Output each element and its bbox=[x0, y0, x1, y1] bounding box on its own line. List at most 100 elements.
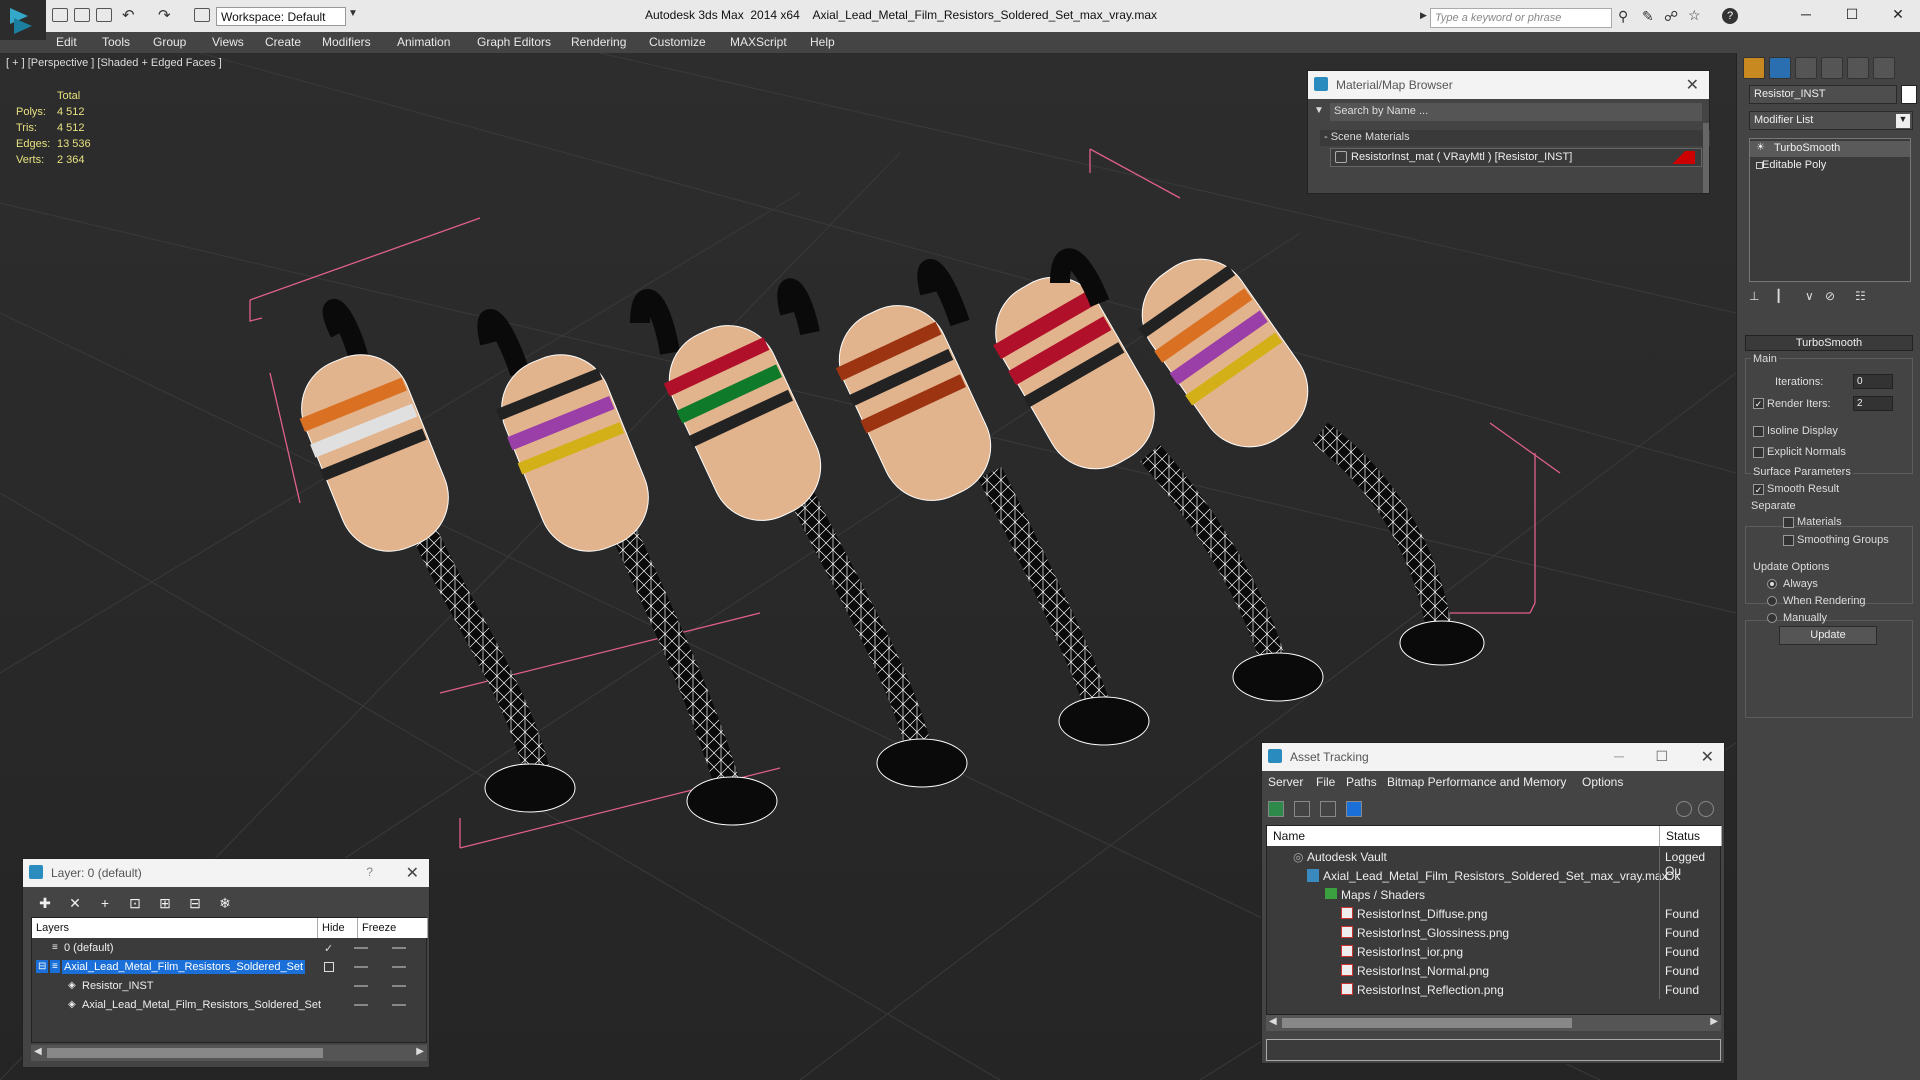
update-button[interactable]: Update bbox=[1779, 626, 1877, 645]
create-layer-icon[interactable]: ✚ bbox=[37, 895, 53, 911]
scrollbar[interactable] bbox=[1703, 123, 1709, 193]
menu-views[interactable]: Views bbox=[212, 35, 244, 49]
scrollbar-thumb[interactable] bbox=[1282, 1018, 1572, 1028]
highlight-layer-icon[interactable]: ⊞ bbox=[157, 895, 173, 911]
menu-create[interactable]: Create bbox=[265, 35, 301, 49]
close-icon[interactable]: ✕ bbox=[1686, 75, 1699, 95]
menu-options[interactable]: Options bbox=[1582, 775, 1623, 789]
table-row[interactable]: ResistorInst_Diffuse.png Found bbox=[1267, 904, 1722, 923]
pin-stack-icon[interactable]: ⊥ bbox=[1749, 289, 1759, 303]
minimize-icon[interactable]: ─ bbox=[1614, 748, 1624, 764]
layer-row[interactable]: ◈ Resistor_INST bbox=[32, 977, 428, 996]
expand-arrow-icon[interactable]: ▶ bbox=[1420, 10, 1427, 21]
hierarchy-tab-icon[interactable] bbox=[1795, 57, 1817, 79]
isoline-display-checkbox[interactable] bbox=[1753, 426, 1764, 437]
menu-graph-editors[interactable]: Graph Editors bbox=[477, 35, 551, 49]
scroll-left-icon[interactable]: ◀ bbox=[1269, 1016, 1277, 1027]
materials-checkbox[interactable] bbox=[1783, 517, 1794, 528]
scroll-left-icon[interactable]: ◀ bbox=[34, 1046, 42, 1057]
scrollbar-thumb[interactable] bbox=[47, 1048, 323, 1058]
scene-materials-section[interactable]: - Scene Materials bbox=[1320, 130, 1710, 146]
configure-modifier-sets-icon[interactable]: ☷ bbox=[1855, 289, 1866, 303]
when-rendering-radio[interactable] bbox=[1767, 596, 1777, 606]
hide-all-icon[interactable]: ⊟ bbox=[187, 895, 203, 911]
object-name-field[interactable]: Resistor_INST bbox=[1749, 85, 1897, 104]
smoothing-groups-checkbox[interactable] bbox=[1783, 535, 1794, 546]
menu-edit[interactable]: Edit bbox=[56, 35, 77, 49]
table-row[interactable]: ◎ Autodesk Vault Logged Ou bbox=[1267, 847, 1722, 878]
layer-row[interactable]: ◈ Axial_Lead_Metal_Film_Resistors_Solder… bbox=[32, 996, 428, 1015]
menu-animation[interactable]: Animation bbox=[397, 35, 450, 49]
manually-radio[interactable] bbox=[1767, 613, 1777, 623]
layer-panel-titlebar[interactable]: Layer: 0 (default) ? ✕ bbox=[23, 859, 429, 887]
close-icon[interactable]: ✕ bbox=[406, 863, 419, 883]
always-radio[interactable] bbox=[1767, 579, 1777, 589]
minimize-icon[interactable]: ─ bbox=[1796, 6, 1816, 22]
new-file-icon[interactable] bbox=[52, 8, 68, 22]
lightbulb-icon[interactable]: ☀ bbox=[1756, 142, 1765, 153]
column-header-freeze[interactable]: Freeze bbox=[358, 918, 428, 938]
layer-row[interactable]: ≡ 0 (default) ✓ bbox=[32, 939, 428, 958]
maximize-icon[interactable]: ☐ bbox=[1842, 6, 1862, 23]
make-unique-icon[interactable]: ∨ bbox=[1805, 289, 1814, 303]
column-header-hide[interactable]: Hide bbox=[318, 918, 358, 938]
expand-icon[interactable] bbox=[1756, 162, 1763, 169]
favorites-star-icon[interactable]: ☆ bbox=[1688, 7, 1701, 24]
menu-group[interactable]: Group bbox=[153, 35, 186, 49]
workspace-dropdown[interactable]: Workspace: Default bbox=[216, 7, 346, 26]
help-icon[interactable]: ? bbox=[1722, 8, 1738, 24]
column-header-layers[interactable]: Layers bbox=[32, 918, 318, 938]
modify-tab-icon[interactable] bbox=[1769, 57, 1791, 79]
refresh-icon[interactable] bbox=[1268, 801, 1284, 817]
column-header-name[interactable]: Name bbox=[1267, 826, 1660, 846]
select-objects-icon[interactable]: ⊡ bbox=[127, 895, 143, 911]
table-row[interactable]: ResistorInst_Glossiness.png Found bbox=[1267, 923, 1722, 942]
menu-help[interactable]: Help bbox=[810, 35, 835, 49]
material-browser-titlebar[interactable]: Material/Map Browser ✕ bbox=[1308, 71, 1709, 99]
material-item[interactable]: ResistorInst_mat ( VRayMtl ) [Resistor_I… bbox=[1330, 148, 1702, 167]
turbosmooth-rollout-header[interactable]: TurboSmooth bbox=[1745, 335, 1913, 351]
menu-file[interactable]: File bbox=[1316, 775, 1335, 789]
horizontal-scrollbar[interactable]: ◀ ▶ bbox=[31, 1045, 427, 1061]
chevron-down-icon[interactable]: ▼ bbox=[348, 8, 358, 19]
render-iters-checkbox[interactable]: ✓ bbox=[1753, 398, 1764, 409]
save-icon[interactable] bbox=[96, 8, 112, 22]
explicit-normals-checkbox[interactable] bbox=[1753, 447, 1764, 458]
list-view-icon[interactable] bbox=[1294, 801, 1310, 817]
smooth-result-checkbox[interactable]: ✓ bbox=[1753, 484, 1764, 495]
set-current-icon[interactable] bbox=[324, 962, 334, 972]
active-layer-check-icon[interactable]: ✓ bbox=[322, 941, 335, 956]
freeze-all-icon[interactable]: ❄ bbox=[217, 895, 233, 911]
open-file-icon[interactable] bbox=[74, 8, 90, 22]
remove-modifier-icon[interactable]: ⊘ bbox=[1825, 289, 1835, 303]
filter-dropdown-icon[interactable]: ▼ bbox=[1314, 105, 1324, 116]
table-row[interactable]: ResistorInst_Reflection.png Found bbox=[1267, 980, 1722, 999]
stack-item-editable-poly[interactable]: Editable Poly bbox=[1750, 158, 1910, 174]
menu-customize[interactable]: Customize bbox=[649, 35, 706, 49]
chevron-down-icon[interactable]: ▼ bbox=[1896, 114, 1910, 128]
modifier-list-dropdown[interactable]: Modifier List ▼ bbox=[1749, 111, 1913, 130]
asset-tracking-titlebar[interactable]: Asset Tracking ─ ☐ ✕ bbox=[1262, 743, 1724, 771]
undo-icon[interactable]: ↶ bbox=[122, 6, 135, 24]
menu-server[interactable]: Server bbox=[1268, 775, 1303, 789]
scroll-right-icon[interactable]: ▶ bbox=[416, 1046, 424, 1057]
binoculars-icon[interactable]: ⚲ bbox=[1618, 8, 1628, 25]
motion-tab-icon[interactable] bbox=[1821, 57, 1843, 79]
search-input[interactable]: Type a keyword or phrase bbox=[1430, 8, 1612, 28]
object-color-swatch[interactable] bbox=[1901, 85, 1917, 104]
render-iters-spinner[interactable]: 2 bbox=[1853, 396, 1893, 411]
project-folder-icon[interactable] bbox=[194, 8, 210, 22]
show-end-result-icon[interactable]: ┃ bbox=[1775, 289, 1782, 303]
scroll-right-icon[interactable]: ▶ bbox=[1710, 1016, 1718, 1027]
stack-item-turbosmooth[interactable]: ☀ TurboSmooth bbox=[1750, 141, 1910, 157]
close-icon[interactable]: ✕ bbox=[1701, 747, 1714, 767]
delete-layer-icon[interactable]: ✕ bbox=[67, 895, 83, 911]
close-icon[interactable]: ✕ bbox=[1888, 6, 1908, 23]
menu-paths[interactable]: Paths bbox=[1346, 775, 1377, 789]
layer-row[interactable]: ⊟ ≡ Axial_Lead_Metal_Film_Resistors_Sold… bbox=[32, 958, 428, 977]
menu-rendering[interactable]: Rendering bbox=[571, 35, 626, 49]
display-tab-icon[interactable] bbox=[1847, 57, 1869, 79]
table-view-icon[interactable] bbox=[1346, 801, 1362, 817]
utilities-tab-icon[interactable] bbox=[1873, 57, 1895, 79]
subscription-icon[interactable]: ✎ bbox=[1642, 8, 1654, 25]
